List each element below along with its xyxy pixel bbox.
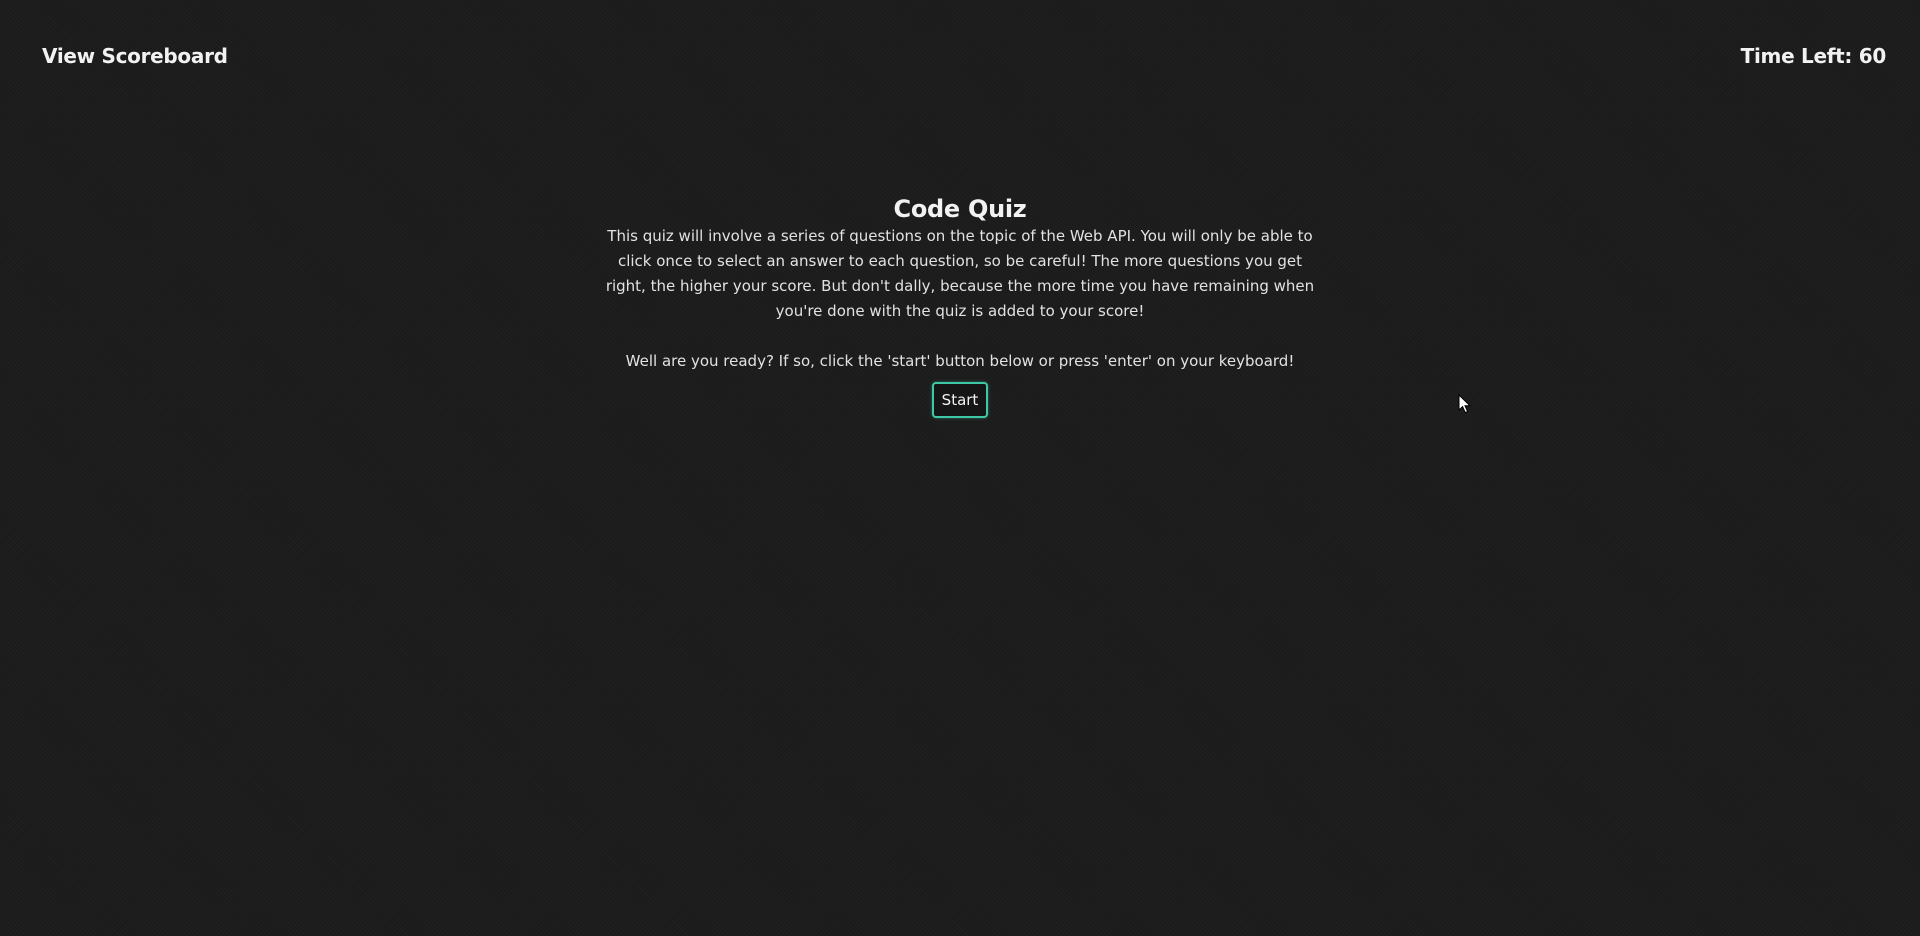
quiz-start-prompt: Well are you ready? If so, click the 'st… [625,352,1295,370]
view-scoreboard-link[interactable]: View Scoreboard [42,44,228,68]
page-header: View Scoreboard Time Left: 60 [0,0,1920,112]
quiz-title: Code Quiz [893,195,1027,223]
quiz-start-panel: Code Quiz This quiz will involve a serie… [590,194,1330,418]
start-button[interactable]: Start [931,382,989,418]
mouse-pointer-icon [1458,394,1472,414]
timer-display: Time Left: 60 [1740,44,1887,68]
quiz-instructions: This quiz will involve a series of quest… [605,227,1315,320]
